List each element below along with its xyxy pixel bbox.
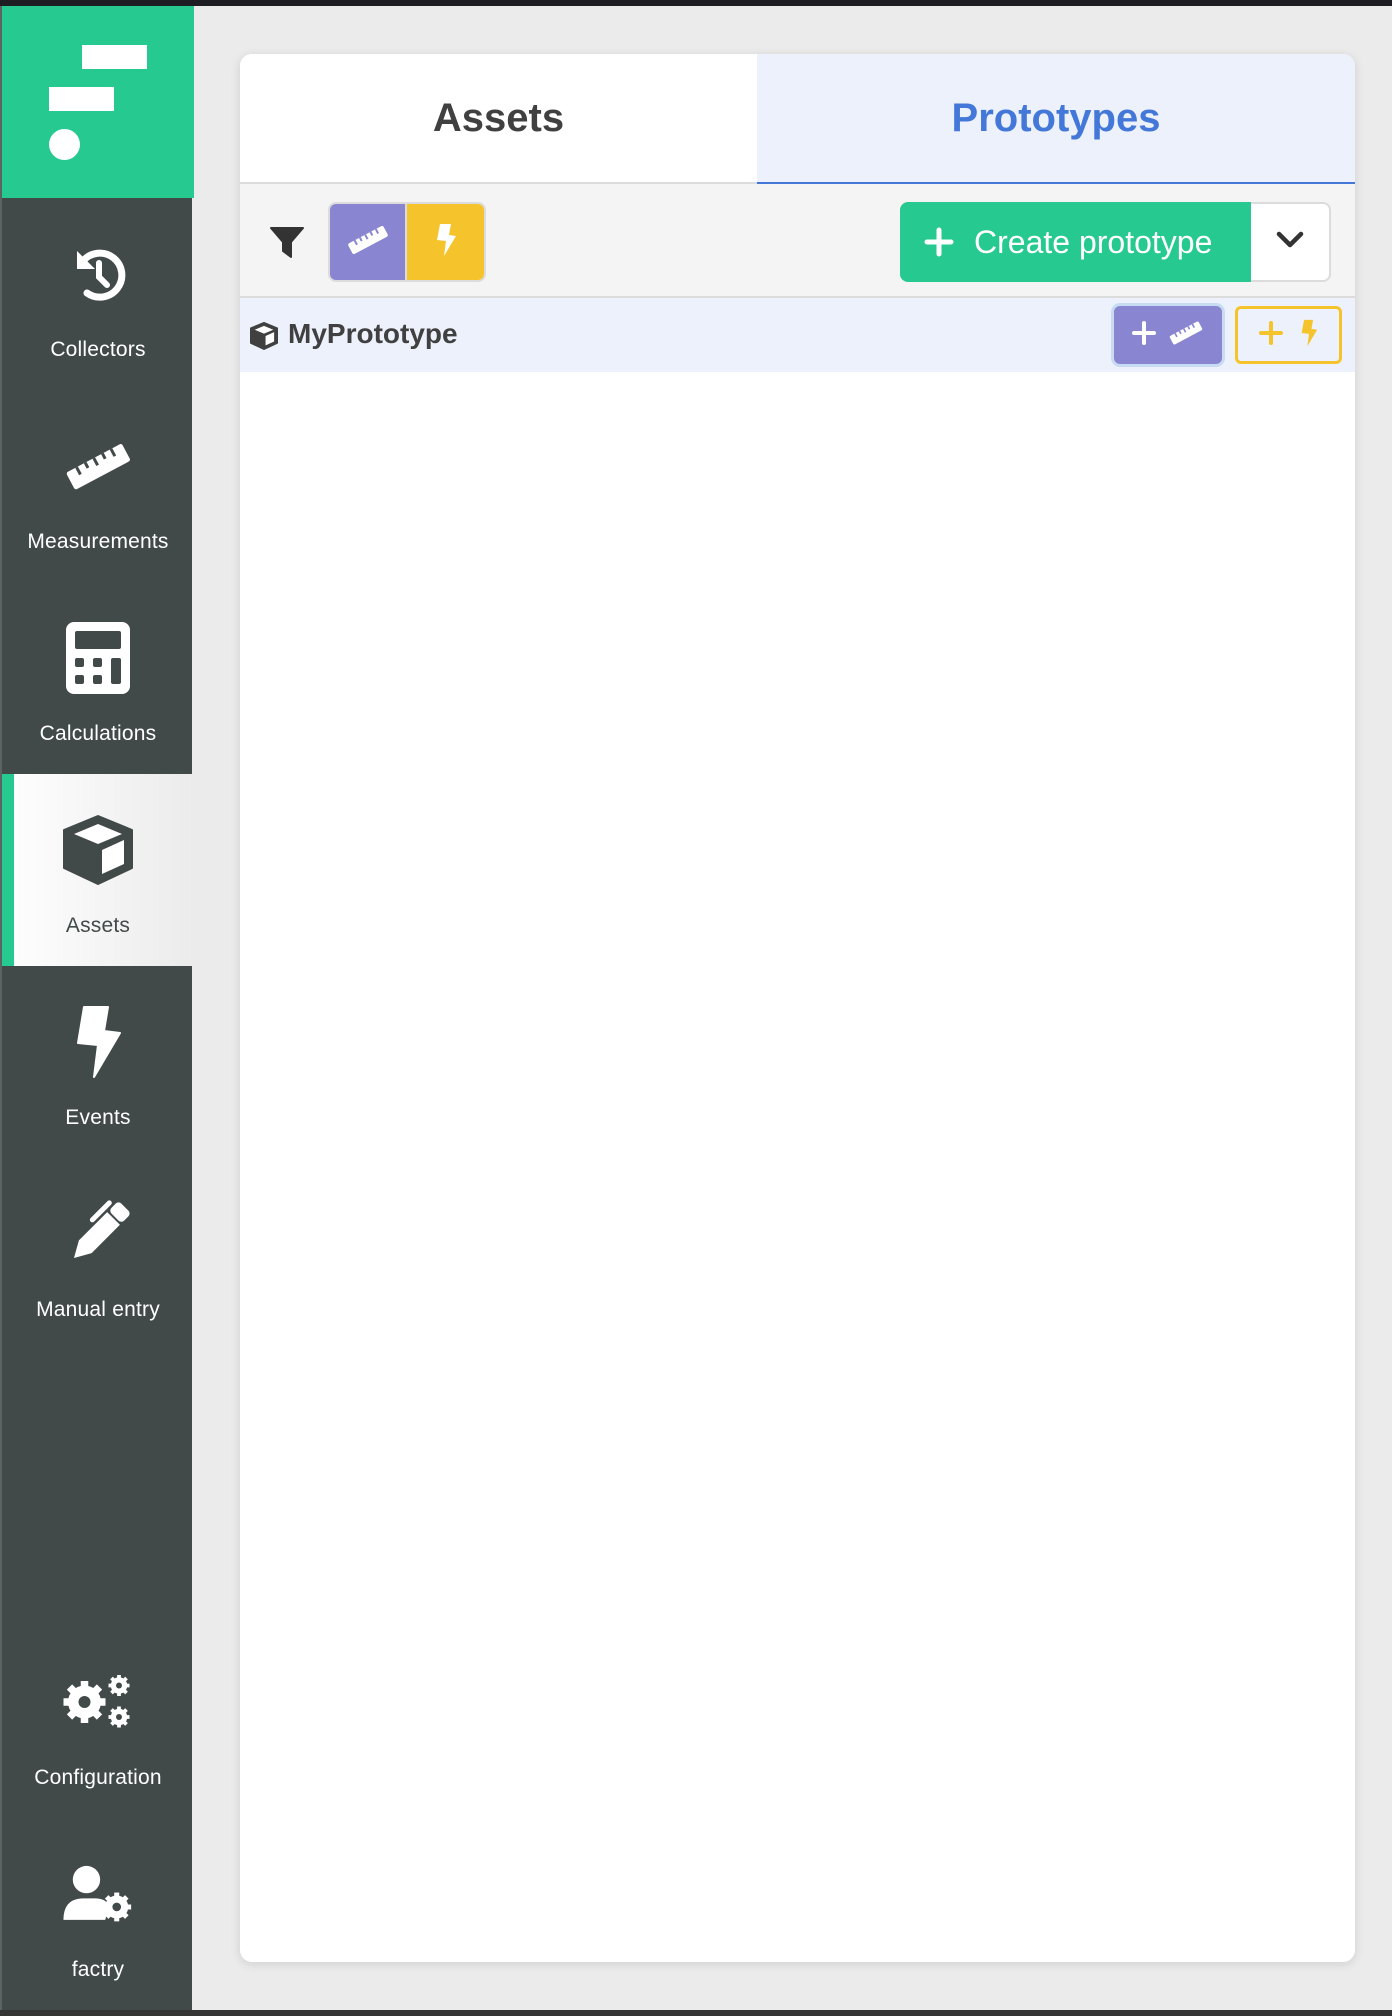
sidebar-item-collectors[interactable]: Collectors [2,198,194,390]
sidebar-item-label: Manual entry [36,1298,160,1321]
sidebar-item-label: Assets [65,914,131,937]
sidebar-item-configuration[interactable]: Configuration [2,1626,194,1818]
sidebar-item-label: Configuration [34,1766,162,1789]
bolt-icon [62,1006,134,1078]
history-icon [62,238,134,310]
filter-events-toggle[interactable] [407,204,484,280]
window-top-bar [0,0,1392,6]
sidebar-item-measurements[interactable]: Measurements [2,390,194,582]
toolbar: Create prototype [240,184,1355,298]
sidebar-item-label: Calculations [39,722,157,745]
sidebar-item-user[interactable]: factry [2,1818,194,2010]
cube-icon [62,814,134,886]
user-gear-icon [62,1858,134,1930]
prototypes-panel: Assets Prototypes Create prototype MyPro… [240,54,1355,1962]
filter-measurements-toggle[interactable] [330,204,407,280]
cube-icon [250,322,278,350]
sidebar-item-label: Events [65,1106,131,1129]
tab-prototypes[interactable]: Prototypes [757,54,1355,185]
tab-assets[interactable]: Assets [240,54,757,182]
bolt-icon [1300,319,1318,352]
gears-icon [62,1666,134,1738]
add-measurement-button[interactable] [1114,306,1222,364]
plus-icon [1132,320,1156,350]
sidebar-item-label: factry [71,1958,125,1981]
sidebar-item-manual-entry[interactable]: Manual entry [2,1158,194,1350]
filter-icon[interactable] [270,225,304,259]
create-prototype-label: Create prototype [974,223,1213,260]
window-bottom-bar [0,2010,1392,2016]
create-options-dropdown-button[interactable] [1251,202,1331,282]
plus-icon [1258,320,1283,350]
pen-icon [62,1198,134,1270]
sidebar-item-label: Measurements [27,530,169,553]
ruler-icon [62,430,134,502]
sidebar: Collectors Measurements Calculations Ass… [0,6,194,2010]
create-prototype-button[interactable]: Create prototype [900,202,1251,282]
factry-logo[interactable] [2,6,194,198]
calculator-icon [62,622,134,694]
plus-icon [924,227,954,257]
prototype-row[interactable]: MyPrototype [240,298,1355,372]
sidebar-item-assets[interactable]: Assets [2,774,194,966]
type-filter-toggle-group [328,202,486,282]
sidebar-item-events[interactable]: Events [2,966,194,1158]
sidebar-item-label: Collectors [50,338,146,361]
prototype-name: MyPrototype [288,318,458,349]
tab-bar: Assets Prototypes [240,54,1355,185]
ruler-icon [346,225,390,259]
sidebar-item-calculations[interactable]: Calculations [2,582,194,774]
ruler-icon [1168,321,1204,350]
bolt-icon [435,223,457,262]
add-event-button[interactable] [1235,306,1342,364]
chevron-down-icon [1276,231,1304,254]
